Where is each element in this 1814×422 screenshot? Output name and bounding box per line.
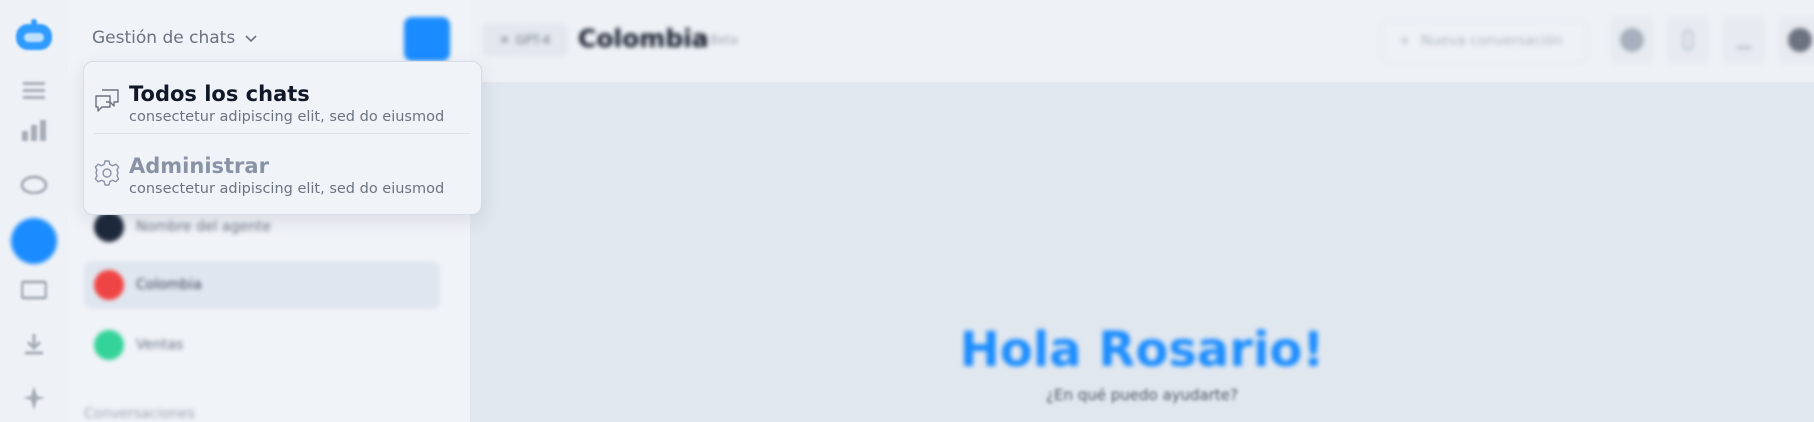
chat-bubbles-icon — [95, 89, 119, 112]
chat-nav-icon[interactable] — [11, 218, 57, 264]
agent-item[interactable]: Ventas — [84, 321, 440, 369]
agent-name: Colombia — [136, 277, 202, 293]
icon-rail — [0, 0, 68, 422]
new-conversation-label: Nueva conversación — [1420, 33, 1563, 49]
mail-icon[interactable] — [16, 272, 52, 308]
avatar — [94, 212, 124, 242]
menu-icon[interactable] — [16, 72, 52, 108]
top-bar: ✕ GPT-4 Colombia Beta + Nueva conversaci… — [470, 0, 1814, 82]
user-icon — [1788, 28, 1812, 52]
dropdown-item-description: consectetur adipiscing elit, sed do eius… — [129, 181, 445, 197]
microphone-icon — [1683, 29, 1693, 51]
greeting-subtitle: ¿En qué puedo ayudarte? — [1046, 386, 1238, 404]
analytics-icon[interactable] — [16, 112, 52, 148]
settings-button[interactable] — [1610, 16, 1654, 64]
conversations-section-title: Conversaciones — [84, 406, 195, 422]
avatar — [94, 330, 124, 360]
avatar — [94, 270, 124, 300]
chat-management-dropdown: Todos los chats consectetur adipiscing e… — [83, 61, 482, 215]
agent-item[interactable]: Colombia — [84, 261, 440, 309]
download-icon[interactable] — [16, 326, 52, 362]
model-icon: ✕ — [499, 33, 510, 47]
agent-name: Ventas — [136, 337, 184, 353]
model-selector[interactable]: ✕ GPT-4 — [482, 24, 568, 56]
microphone-button[interactable] — [1666, 16, 1710, 64]
chat-management-selector[interactable]: Gestión de chats — [92, 28, 257, 48]
gear-icon — [1620, 28, 1644, 52]
chevron-down-icon — [245, 35, 257, 43]
dropdown-item-all-chats[interactable]: Todos los chats consectetur adipiscing e… — [84, 62, 481, 134]
new-conversation-button[interactable]: + Nueva conversación — [1380, 20, 1588, 62]
dropdown-item-description: consectetur adipiscing elit, sed do eius… — [129, 109, 445, 125]
sparkle-icon[interactable] — [16, 380, 52, 416]
agent-title: Colombia — [578, 24, 709, 53]
model-label: GPT-4 — [515, 33, 551, 47]
plus-icon: + — [1399, 33, 1411, 49]
status-badge: Beta — [710, 33, 738, 47]
dropdown-item-title: Administrar — [129, 154, 269, 178]
agent-name: Nombre del agente — [136, 219, 271, 235]
add-chat-button[interactable] — [404, 17, 450, 61]
greeting-title: Hola Rosario! — [959, 322, 1325, 378]
chat-management-label: Gestión de chats — [92, 28, 236, 48]
dropdown-item-title: Todos los chats — [129, 82, 310, 106]
dropdown-item-manage[interactable]: Administrar consectetur adipiscing elit,… — [84, 134, 481, 206]
cloud-icon[interactable] — [16, 165, 52, 201]
download-button[interactable] — [1722, 16, 1766, 64]
download-icon — [1737, 31, 1751, 49]
chat-main-area: Hola Rosario! ¿En qué puedo ayudarte? — [470, 82, 1814, 422]
gear-icon — [94, 160, 120, 186]
app-logo-icon — [12, 18, 56, 58]
profile-button[interactable] — [1778, 16, 1814, 64]
